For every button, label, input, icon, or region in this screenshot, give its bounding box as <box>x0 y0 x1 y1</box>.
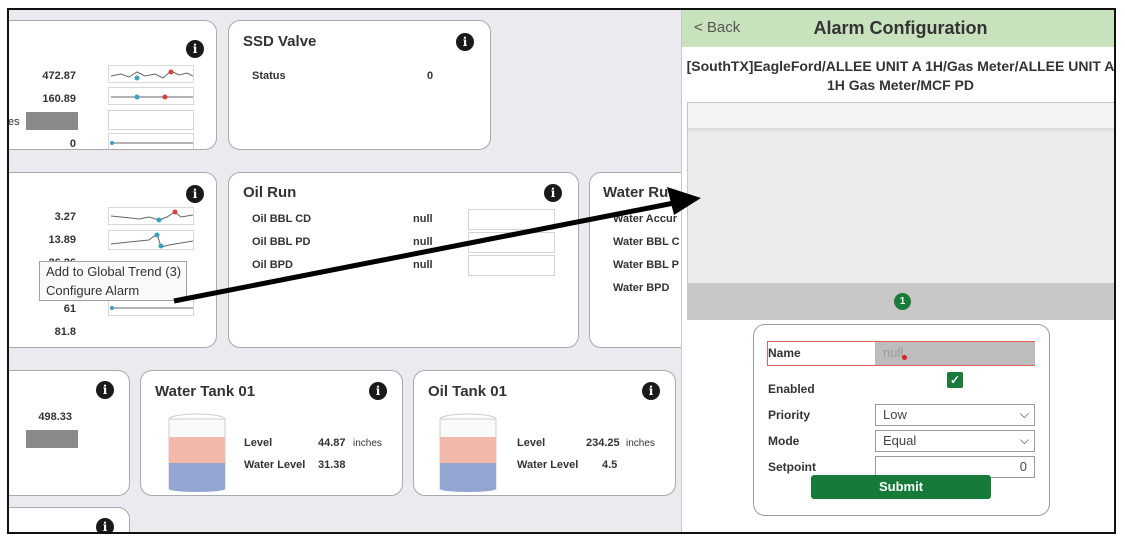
enabled-checkbox[interactable]: ✓ <box>947 372 963 388</box>
card-meter-1: i 472.87 160.89 es 0 <box>8 20 217 150</box>
priority-value: Low <box>883 407 907 422</box>
info-icon[interactable]: i <box>544 184 562 202</box>
tank-icon <box>439 413 497 492</box>
oil-bbl-pd-spark[interactable] <box>468 232 555 253</box>
water-level-value: 31.38 <box>318 459 346 471</box>
oil-bbl-cd-value: null <box>413 213 433 225</box>
alarm-configuration-panel: < Back Alarm Configuration [SouthTX]Eagl… <box>681 10 1115 532</box>
menu-item-configure-alarm[interactable]: Configure Alarm <box>40 281 186 300</box>
page-number-button[interactable]: 1 <box>894 293 911 310</box>
card-ssd-valve: SSD Valve i Status 0 <box>228 20 491 150</box>
setpoint-value: 0 <box>1019 459 1027 474</box>
level-label: Level <box>517 437 546 449</box>
sparkline-2[interactable] <box>108 87 194 105</box>
value-5: 81.8 <box>54 326 76 338</box>
value-1: 472.87 <box>42 70 76 82</box>
chevron-down-icon: ⌵ <box>1019 407 1029 421</box>
value-bar <box>26 112 78 130</box>
info-icon[interactable]: i <box>369 382 387 400</box>
mode-select[interactable]: Equal ⌵ <box>875 430 1035 452</box>
pagination: 1 <box>688 283 1114 319</box>
name-input[interactable]: null <box>875 342 1035 365</box>
oil-bbl-cd-label: Oil BBL CD <box>252 213 312 225</box>
tank-icon <box>168 413 226 492</box>
card-oil-run: Oil Run i Oil BBL CD null Oil BBL PD nul… <box>228 172 579 348</box>
water-level-label: Water Level <box>244 459 306 471</box>
level-label: Level <box>244 437 273 449</box>
enabled-label: Enabled <box>768 382 815 396</box>
water-row-1: Water Accur <box>613 213 677 225</box>
value-4: 0 <box>69 138 76 150</box>
sparkline-1[interactable] <box>108 207 194 225</box>
setpoint-label: Setpoint <box>768 460 816 474</box>
value-bar <box>26 430 78 448</box>
alarm-form: Name null Enabled ✓ Priority Low ⌵ Mode … <box>753 324 1050 516</box>
value-2: 160.89 <box>42 93 76 105</box>
card-water-tank: Water Tank 01 i Level 44.87 inches Water… <box>140 370 403 496</box>
menu-item-add-to-global-trend[interactable]: Add to Global Trend (3) <box>40 262 186 281</box>
level-unit: inches <box>626 438 655 449</box>
water-level-value: 4.5 <box>602 459 618 471</box>
card-title: Oil Tank 01 <box>428 383 507 400</box>
value-4: 61 <box>63 303 76 315</box>
info-icon[interactable]: i <box>186 40 204 58</box>
alarm-list: 1 <box>687 102 1114 320</box>
water-level-label: Water Level <box>517 459 579 471</box>
sparkline-3[interactable] <box>108 110 194 130</box>
sparkline-4[interactable] <box>108 133 194 150</box>
required-indicator <box>902 355 907 360</box>
sparkline-1[interactable] <box>108 65 194 83</box>
card-title: Oil Run <box>243 184 297 201</box>
card-oil-tank: Oil Tank 01 i Level 234.25 inches Water … <box>413 370 676 496</box>
level-unit: inches <box>353 438 382 449</box>
alarm-list-header <box>688 103 1114 129</box>
priority-label: Priority <box>768 408 811 422</box>
level-value: 234.25 <box>586 437 620 449</box>
value-1: 3.27 <box>54 211 76 223</box>
card-title: SSD Valve <box>243 33 317 50</box>
value-1: 498.33 <box>38 411 72 423</box>
oil-bpd-label: Oil BPD <box>252 259 293 271</box>
priority-select[interactable]: Low ⌵ <box>875 404 1035 426</box>
info-icon[interactable]: i <box>186 185 204 203</box>
oil-bbl-cd-spark[interactable] <box>468 209 555 230</box>
card-partial-bottom: i <box>9 507 130 532</box>
check-icon: ✓ <box>949 373 961 387</box>
submit-button[interactable]: Submit <box>811 475 991 499</box>
level-value: 44.87 <box>318 437 346 449</box>
mode-value: Equal <box>883 433 917 448</box>
card-title: Water Tank 01 <box>155 383 256 400</box>
oil-bpd-value: null <box>413 259 433 271</box>
info-icon[interactable]: i <box>456 33 474 51</box>
oil-bbl-pd-value: null <box>413 236 433 248</box>
water-row-2: Water BBL C <box>613 236 680 248</box>
water-row-4: Water BPD <box>613 282 670 294</box>
mode-label: Mode <box>768 434 800 448</box>
partial-label: es <box>8 116 20 128</box>
water-row-3: Water BBL P <box>613 259 680 271</box>
info-icon[interactable]: i <box>96 381 114 399</box>
card-meter-3: i 498.33 <box>9 370 130 496</box>
name-label: Name <box>768 346 801 360</box>
screen-frame: i 472.87 160.89 es 0 SSD Valve i Status … <box>7 8 1116 534</box>
info-icon[interactable]: i <box>96 518 114 532</box>
card-meter-2: i 3.27 13.89 26.26 61 81.8 <box>9 172 217 348</box>
oil-bbl-pd-label: Oil BBL PD <box>252 236 311 248</box>
name-value: null <box>883 345 904 360</box>
sparkline-2[interactable] <box>108 230 194 250</box>
status-label: Status <box>252 70 286 82</box>
name-row: Name null <box>767 341 1035 366</box>
info-icon[interactable]: i <box>642 382 660 400</box>
card-title: Water Ru <box>603 184 669 201</box>
panel-header: < Back Alarm Configuration <box>682 10 1114 47</box>
status-value: 0 <box>427 70 434 82</box>
chevron-down-icon: ⌵ <box>1019 433 1029 447</box>
tag-path: [SouthTX]EagleFord/ALLEE UNIT A 1H/Gas M… <box>686 58 1115 93</box>
panel-title: Alarm Configuration <box>813 18 988 38</box>
context-menu: Add to Global Trend (3) Configure Alarm <box>39 261 187 301</box>
oil-bpd-spark[interactable] <box>468 255 555 276</box>
value-2: 13.89 <box>48 234 76 246</box>
